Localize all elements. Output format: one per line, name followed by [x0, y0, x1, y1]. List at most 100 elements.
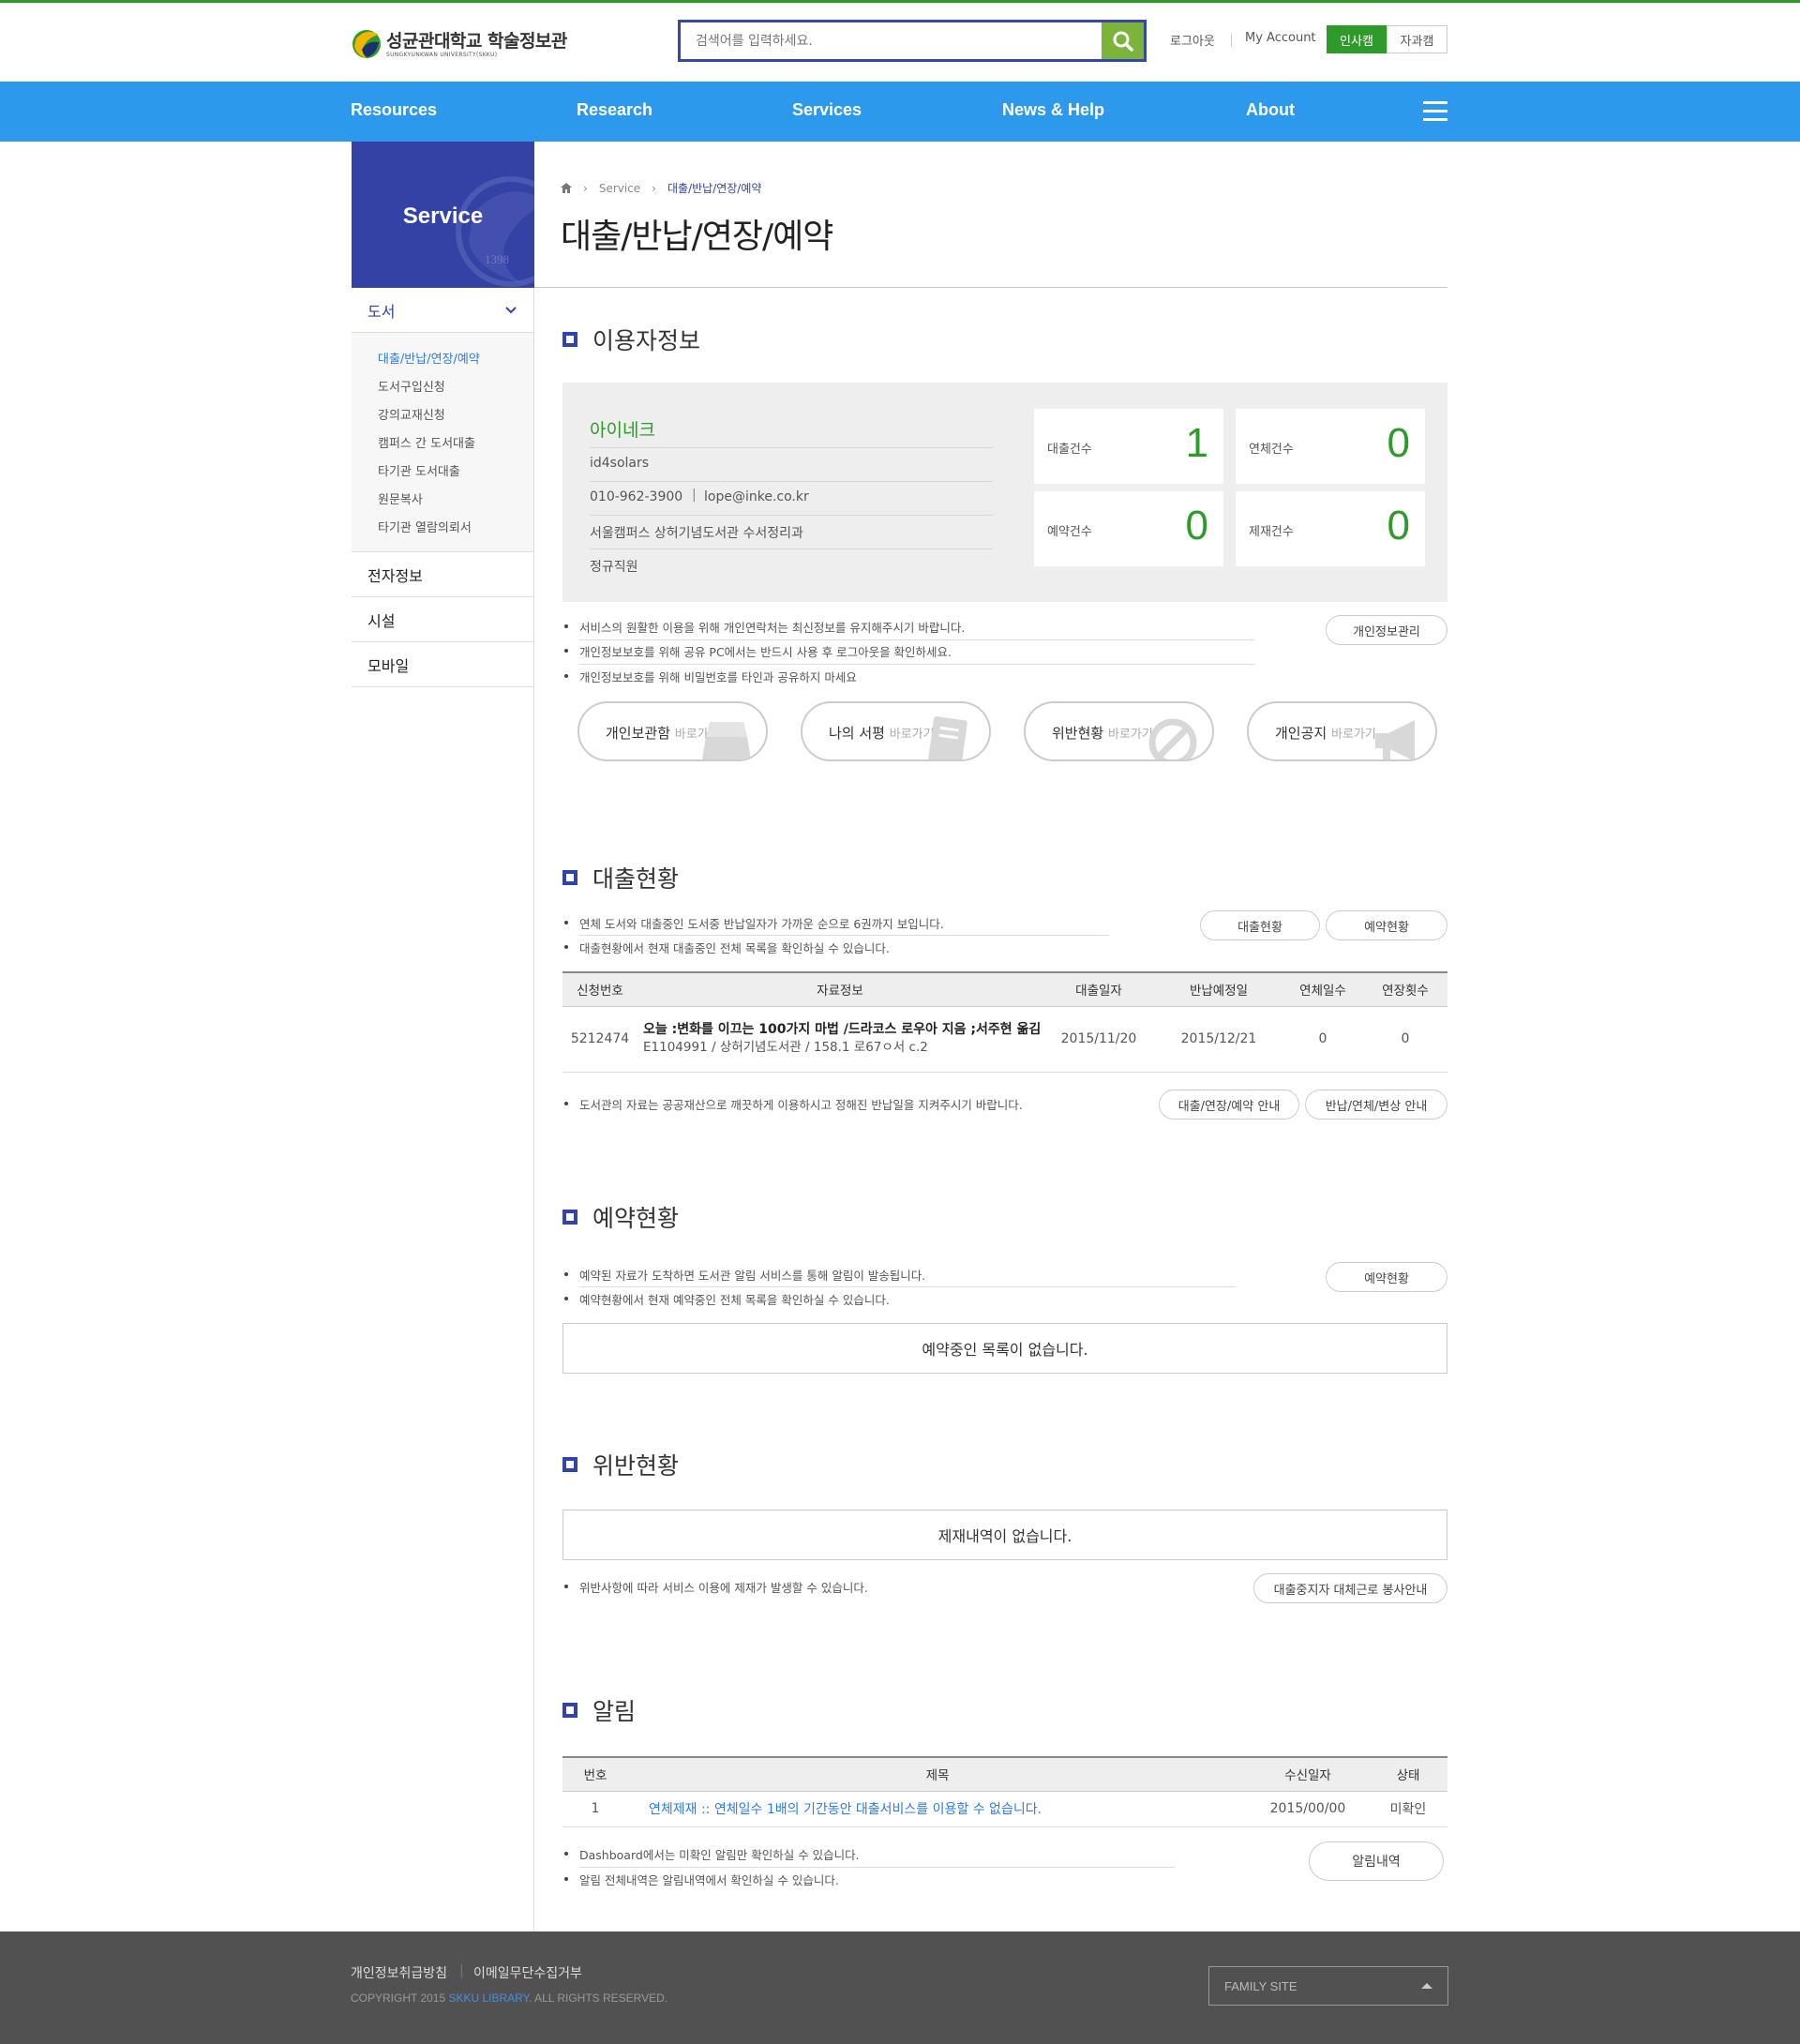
sidebar-item-mobile[interactable]: 모바일: [352, 642, 533, 687]
col-received-date: 수신일자: [1247, 1756, 1369, 1792]
sidebar-sub-loan-return[interactable]: 대출/반납/연장/예약: [378, 349, 480, 367]
main-navigation: Resources Research Services News & Help …: [0, 82, 1800, 142]
shortcut-title: 나의 서평: [829, 725, 885, 742]
sidebar-item-facilities[interactable]: 시설: [352, 597, 533, 642]
section-title-text: 이용자정보: [592, 327, 701, 354]
sidebar-sub-purchase-request[interactable]: 도서구입신청: [378, 377, 445, 395]
violation-empty-message: 제재내역이 없습니다.: [562, 1510, 1448, 1560]
user-note: 개인정보보호를 위해 비밀번호를 타인과 공유하지 마세요: [562, 668, 857, 685]
box-icon: [702, 722, 751, 759]
section-title-reservations: 예약현황: [562, 1200, 679, 1234]
divider: [590, 515, 993, 516]
shortcut-violations[interactable]: 위반현황 바로가기: [1024, 701, 1214, 761]
search-button[interactable]: [1102, 23, 1144, 59]
stat-value: 1: [1185, 420, 1208, 466]
logo-emblem-icon: [352, 30, 381, 59]
gnb-about[interactable]: About: [1246, 100, 1295, 120]
divider: [579, 1286, 1236, 1287]
col-number: 번호: [562, 1756, 628, 1792]
stat-value: 0: [1387, 503, 1410, 549]
sidebar-sub-ill-loan[interactable]: 타기관 도서대출: [378, 461, 460, 479]
sidebar-sub-access-letter[interactable]: 타기관 열람의뢰서: [378, 518, 472, 535]
loan-footer-note: 도서관의 자료는 공공재산으로 깨끗하게 이용하시고 정해진 반납일을 지켜주시…: [562, 1095, 1023, 1113]
home-icon[interactable]: [561, 183, 572, 193]
col-renew-count: 연장횟수: [1363, 971, 1448, 1007]
chevron-up-icon: [1421, 1983, 1432, 1989]
copyright: COPYRIGHT 2015 SKKU LIBRARY. ALL RIGHTS …: [351, 1991, 668, 2005]
user-name: 아이네크: [590, 420, 655, 441]
book-icon: [928, 716, 968, 759]
alert-subject-link[interactable]: 연체제재 :: 연체일수 1배의 기간동안 대출서비스를 이용할 수 없습니다.: [628, 1791, 1247, 1827]
sidebar-year: 1398: [485, 252, 509, 266]
my-account-link[interactable]: My Account: [1245, 31, 1316, 45]
return-guide-button[interactable]: 반납/연체/변상 안내: [1305, 1090, 1448, 1120]
section-title-alerts: 알림: [562, 1693, 636, 1727]
stat-label: 대출건수: [1047, 443, 1092, 457]
reserve-status-button[interactable]: 예약현황: [1326, 910, 1448, 940]
loan-item-title[interactable]: 오늘 :변화를 이끄는 100가지 마법 /드라코스 로우아 지음 ;서주현 옮…: [643, 1021, 1042, 1039]
square-bullet-icon: [562, 1210, 578, 1225]
section-title-user: 이용자정보: [562, 323, 700, 356]
stat-label: 예약건수: [1047, 525, 1092, 539]
copyright-brand: SKKU LIBRARY: [448, 1991, 530, 2005]
search-input[interactable]: [681, 23, 1104, 59]
logout-link[interactable]: 로그아웃: [1170, 31, 1215, 49]
stat-sanctions[interactable]: 제재건수 0: [1236, 491, 1425, 566]
shortcut-title: 위반현황: [1052, 725, 1104, 742]
stat-reservations[interactable]: 예약건수 0: [1034, 491, 1223, 566]
sidebar-item-eresources[interactable]: 전자정보: [352, 552, 533, 597]
shortcut-my-shelf[interactable]: 개인보관함 바로가기: [578, 701, 768, 761]
stat-overdue[interactable]: 연체건수 0: [1236, 409, 1425, 484]
alert-history-button[interactable]: 알림내역: [1309, 1841, 1444, 1881]
gnb-research[interactable]: Research: [577, 100, 652, 120]
cell-loan-date: 2015/11/20: [1042, 1006, 1155, 1073]
sidebar-sub-document-copy[interactable]: 원문복사: [378, 489, 423, 507]
col-request-no: 신청번호: [562, 971, 638, 1007]
sidebar-sub-textbook-request[interactable]: 강의교재신청: [378, 405, 445, 423]
cell-request-no: 5212474: [562, 1006, 638, 1073]
shortcut-notices[interactable]: 개인공지 바로가기: [1247, 701, 1437, 761]
campus-humanities-button[interactable]: 인사캠: [1327, 25, 1387, 53]
shortcut-my-reviews[interactable]: 나의 서평 바로가기: [801, 701, 991, 761]
work-service-guide-button[interactable]: 대출중지자 대체근로 봉사안내: [1253, 1573, 1448, 1603]
user-note: 서비스의 원활한 이용을 위해 개인연락처는 최신정보를 유지해주시기 바랍니다…: [562, 618, 965, 636]
sidebar-sub-campus-loan[interactable]: 캠퍼스 간 도서대출: [378, 433, 475, 451]
table-row[interactable]: 1 연체제재 :: 연체일수 1배의 기간동안 대출서비스를 이용할 수 없습니…: [562, 1791, 1448, 1827]
manage-info-button[interactable]: 개인정보관리: [1326, 615, 1448, 645]
chevron-down-icon: [505, 307, 517, 314]
page-title: 대출/반납/연장/예약: [561, 218, 833, 256]
table-row[interactable]: 5212474 오늘 :변화를 이끄는 100가지 마법 /드라코스 로우아 지…: [562, 1006, 1448, 1073]
user-email: lope@inke.co.kr: [704, 489, 809, 504]
stat-loans[interactable]: 대출건수 1: [1034, 409, 1223, 484]
shortcut-title: 개인보관함: [606, 725, 671, 742]
loan-guide-button[interactable]: 대출/연장/예약 안내: [1159, 1090, 1299, 1120]
sidebar-item-label: 모바일: [368, 656, 410, 675]
sidebar-item-books[interactable]: 도서: [352, 288, 533, 333]
reserve-status-button-2[interactable]: 예약현황: [1326, 1262, 1448, 1292]
title-divider: [534, 287, 1448, 288]
email-refusal-link[interactable]: 이메일무단수집거부: [473, 1963, 582, 1982]
campus-science-button[interactable]: 자과캠: [1387, 25, 1448, 53]
user-id: id4solars: [590, 456, 650, 471]
gnb-services[interactable]: Services: [792, 100, 862, 120]
loan-note: 대출현황에서 현재 대출중인 전체 목록을 확인하실 수 있습니다.: [562, 939, 890, 956]
menu-icon[interactable]: [1423, 101, 1448, 122]
divider: [590, 447, 993, 448]
family-site-label: FAMILY SITE: [1224, 1978, 1298, 1993]
breadcrumb-service[interactable]: Service: [599, 182, 640, 195]
loan-status-button[interactable]: 대출현황: [1200, 910, 1320, 940]
violation-note: 위반사항에 따라 서비스 이용에 제재가 발생할 수 있습니다.: [562, 1578, 868, 1596]
gnb-resources[interactable]: Resources: [351, 100, 437, 120]
family-site-select[interactable]: FAMILY SITE: [1208, 1966, 1448, 2006]
gnb-news-help[interactable]: News & Help: [1002, 100, 1104, 120]
logo[interactable]: 성균관대학교 학술정보관 SUNGKYUNKWAN UNIVERSITY(SKK…: [351, 25, 572, 63]
shortcut-label: 위반현황 바로가기: [1052, 723, 1153, 743]
copyright-rights: . ALL RIGHTS RESERVED.: [529, 1991, 668, 2005]
shortcut-label: 나의 서평 바로가기: [829, 723, 935, 743]
sidebar-divider: [533, 142, 534, 1932]
privacy-policy-link[interactable]: 개인정보취급방침: [351, 1963, 447, 1982]
breadcrumb: › Service › 대출/반납/연장/예약: [561, 180, 761, 196]
divider: [579, 664, 1254, 665]
section-title-loans: 대출현황: [562, 861, 679, 894]
user-phone: 010-962-3900: [590, 489, 683, 504]
